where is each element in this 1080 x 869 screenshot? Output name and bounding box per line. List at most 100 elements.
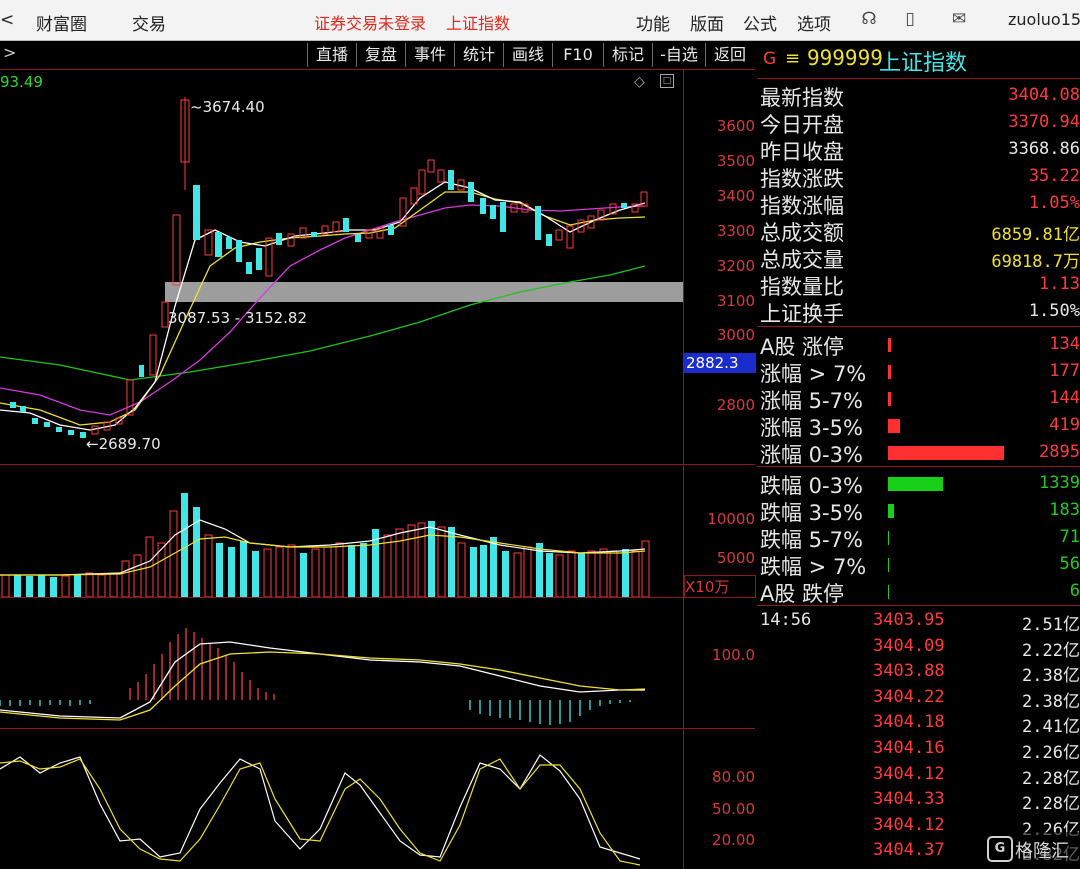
menu-layout[interactable]: 版面	[690, 10, 724, 35]
candle	[287, 233, 295, 247]
advance-bucket-label: 涨幅 0-3%	[760, 443, 863, 467]
zone-range-label: 3087.53 - 3152.82	[168, 309, 308, 327]
volume-bar	[428, 521, 435, 597]
price-axis-tick: 3000	[716, 326, 755, 344]
tab-stats[interactable]: 统计	[454, 43, 503, 67]
divider	[757, 78, 1080, 79]
menu-left-item[interactable]: <	[0, 10, 14, 30]
menu-wealth-circle[interactable]: 财富圈	[36, 10, 87, 35]
menu-options[interactable]: 选项	[797, 10, 831, 35]
volume-bar	[631, 550, 640, 598]
volume-bar	[26, 576, 33, 597]
candle	[468, 182, 474, 202]
macd-canvas[interactable]	[0, 598, 683, 729]
candle	[427, 159, 435, 173]
login-status[interactable]: 证券交易未登录	[314, 10, 426, 34]
menu-formula[interactable]: 公式	[743, 10, 777, 35]
volume-bar	[240, 541, 247, 597]
candle	[500, 202, 506, 232]
candle	[546, 234, 552, 246]
tab-draw-line[interactable]: 画线	[503, 43, 552, 67]
volume-bar	[228, 547, 235, 597]
menu-bar: < 财富圈 交易 证券交易未登录 上证指数 功能 版面 公式 选项 ☊ ▯ ✉ …	[0, 0, 1080, 41]
volume-bar	[50, 577, 57, 597]
volume-bar	[323, 546, 332, 598]
mail-icon[interactable]: ✉	[948, 8, 970, 30]
volume-bar	[275, 546, 284, 598]
volume-bar	[85, 572, 94, 598]
decline-count: 71	[1059, 527, 1080, 547]
macd-pane[interactable]: 100.0	[0, 597, 755, 729]
scroll-right-arrow[interactable]: >	[3, 43, 16, 62]
decline-bucket-label: 跌幅 0-3%	[760, 474, 863, 498]
tab-events[interactable]: 事件	[405, 43, 454, 67]
quote-stat-value: 1.50%	[1028, 301, 1080, 321]
candle	[149, 334, 157, 376]
volume-bar	[490, 537, 497, 597]
advance-count: 144	[1049, 388, 1080, 408]
decline-count: 1339	[1039, 473, 1080, 493]
candle	[44, 422, 50, 427]
menu-function[interactable]: 功能	[636, 10, 670, 35]
quote-stat-label: 总成交额	[760, 221, 844, 245]
volume-bar	[437, 526, 446, 598]
tab-mark[interactable]: 标记	[603, 43, 652, 67]
candle	[355, 234, 361, 242]
quote-stat-value: 69818.7万	[991, 252, 1080, 272]
advance-bucket-label: A股 涨停	[760, 335, 845, 359]
axis-divider	[683, 729, 684, 869]
quote-stat-label: 上证换手	[760, 302, 844, 326]
menu-trade[interactable]: 交易	[132, 10, 166, 35]
volume-canvas[interactable]	[0, 465, 683, 598]
volume-bar	[61, 575, 70, 598]
decline-count: 56	[1059, 554, 1080, 574]
tab-replay[interactable]: 复盘	[356, 43, 405, 67]
headset-icon[interactable]: ☊	[858, 8, 880, 30]
decline-bar	[888, 585, 889, 599]
security-code: 999999	[807, 46, 883, 70]
tick-price: 3404.12	[873, 763, 945, 784]
divider	[757, 466, 1080, 467]
volume-bar	[109, 573, 118, 598]
tab-remove-watchlist[interactable]: -自选	[652, 43, 705, 67]
candle	[418, 169, 426, 195]
volume-bar	[567, 550, 576, 598]
support-zone	[165, 282, 683, 302]
tab-live[interactable]: 直播	[307, 43, 356, 67]
gelonghui-logo-icon: G	[987, 836, 1013, 862]
current-price-tag: 2882.3	[684, 353, 756, 373]
kdj-canvas[interactable]	[0, 729, 683, 869]
kline-canvas[interactable]	[0, 70, 683, 465]
candle	[139, 365, 144, 377]
tick-volume: 2.51亿	[1022, 615, 1080, 635]
kline-pane[interactable]: 93.49 ◇ □ 3600 3500 3400 3300 3200 3100 …	[0, 69, 756, 465]
menu-icon[interactable]: ≡	[785, 48, 800, 69]
tab-f10[interactable]: F10	[552, 43, 603, 67]
kline-candles	[10, 97, 648, 438]
tick-volume: 2.28亿	[1022, 794, 1080, 815]
phone-icon[interactable]: ▯	[899, 8, 921, 30]
candle	[246, 262, 252, 274]
macd-histogram-negative	[0, 700, 631, 725]
tick-volume: 2.38亿	[1022, 666, 1080, 687]
watermark: G 格隆汇	[983, 832, 1080, 864]
advance-bar	[888, 392, 891, 406]
tick-price: 3404.12	[873, 814, 945, 835]
chart-toolbar: > 直播 复盘 事件 统计 画线 F10 标记 -自选 返回	[0, 41, 755, 69]
volume-pane[interactable]: 10000 5000 X10万	[0, 464, 756, 598]
candle	[256, 248, 262, 270]
tab-return[interactable]: 返回	[705, 43, 754, 67]
volume-bar	[74, 575, 81, 597]
advance-bucket-label: 涨幅 5-7%	[760, 389, 863, 413]
advance-bucket-label: 涨幅 3-5%	[760, 416, 863, 440]
username[interactable]: zuoluo15	[1008, 10, 1080, 29]
divider	[757, 605, 1080, 606]
candle	[193, 185, 200, 240]
decline-bar	[888, 558, 889, 572]
kdj-pane[interactable]: 80.00 50.00 20.00	[0, 728, 755, 869]
tick-price: 3403.88	[873, 661, 945, 682]
volume-bar	[1, 574, 10, 598]
current-index-name: 上证指数	[446, 14, 511, 33]
decline-bar	[888, 477, 943, 491]
candle	[68, 430, 74, 435]
